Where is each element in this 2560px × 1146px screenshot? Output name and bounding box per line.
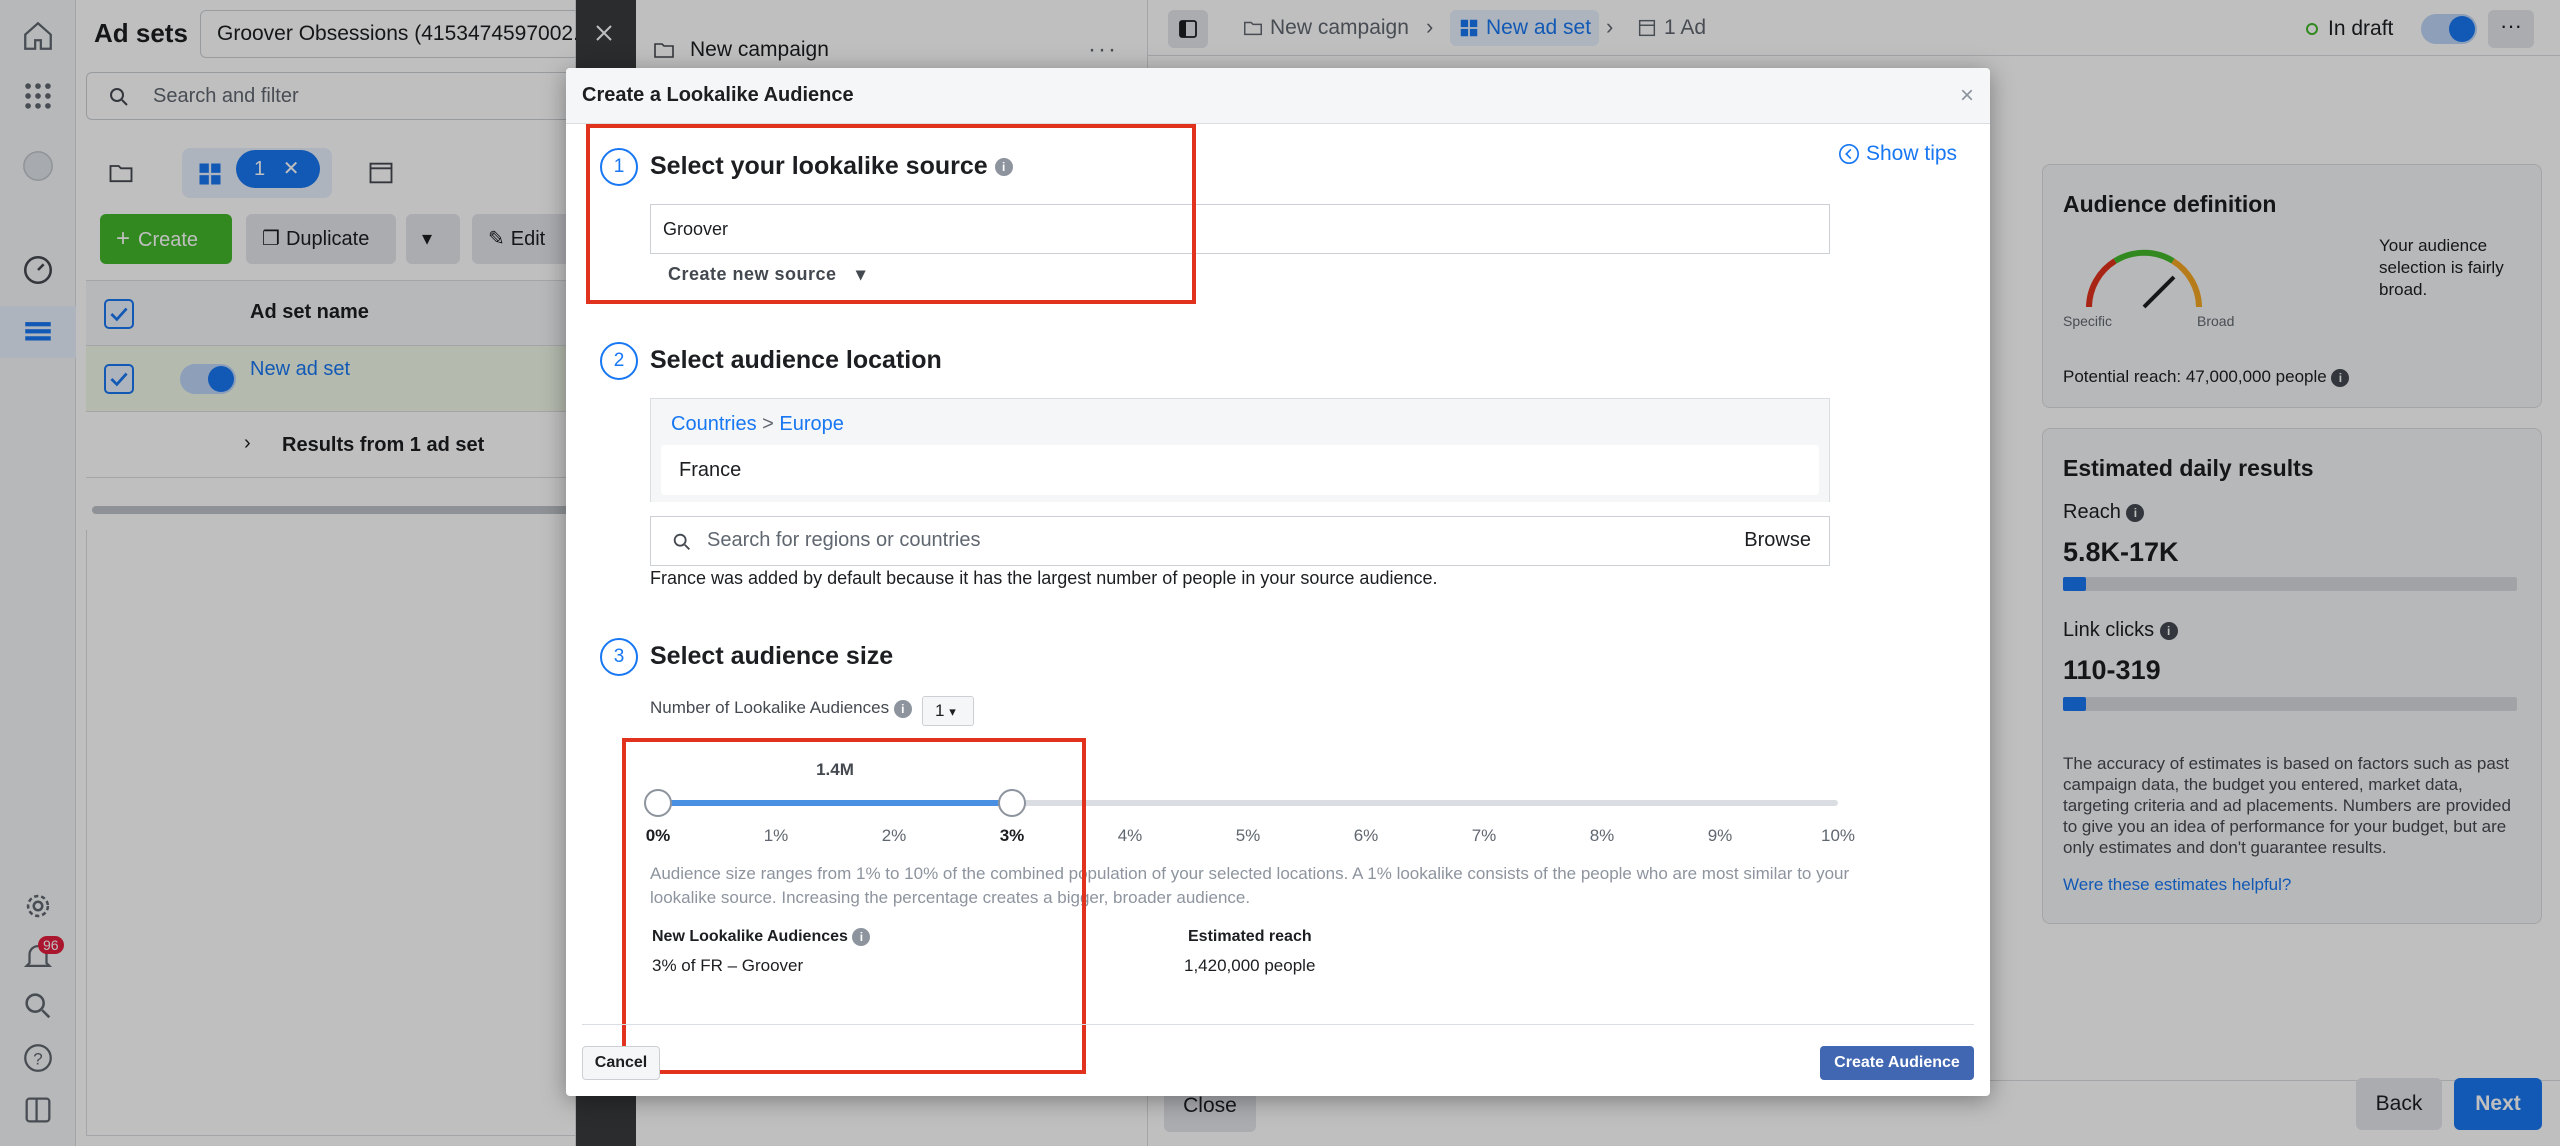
search-icon [673,533,690,550]
modal-header: Create a Lookalike Audience × [566,68,1990,124]
slider-tick-7: 7% [1471,826,1497,845]
show-tips-label: Show tips [1866,142,1958,165]
estimated-reach-label: Estimated reach [1188,928,1312,945]
slider-tick-10: 10% [1820,826,1856,845]
slider-tick-8: 8% [1589,826,1615,845]
crumb-separator: > [762,413,774,435]
create-audience-button[interactable]: Create Audience [1820,1046,1974,1080]
modal-title: Create a Lookalike Audience [582,84,854,106]
slider-tick-4: 4% [1117,826,1143,845]
modal-close-icon[interactable]: × [1960,82,1974,110]
num-lookalikes-value: 1 [935,701,945,720]
step-3-number: 3 [600,638,638,676]
estimated-reach-value: 1,420,000 people [1184,956,1316,975]
num-lookalikes-label-text: Number of Lookalike Audiences [650,698,890,717]
crumb-countries[interactable]: Countries [671,413,757,435]
slider-tick-9: 9% [1707,826,1733,845]
step-3-title: Select audience size [650,642,894,670]
info-icon[interactable]: i [893,699,912,718]
show-tips-link[interactable]: Show tips [1838,142,1957,166]
caret-down-icon: ▾ [949,704,956,719]
cancel-button[interactable]: Cancel [582,1046,660,1080]
step-2-title: Select audience location [650,346,942,374]
modal-footer-divider [582,1024,1974,1025]
num-lookalikes-select[interactable]: 1 ▾ [922,696,974,726]
location-search-input[interactable]: Search for regions or countries Browse [650,516,1830,566]
location-breadcrumb: Countries > Europe [671,413,844,436]
chevron-left-circle-icon [1839,144,1859,164]
slider-tick-6: 6% [1353,826,1379,845]
location-note: France was added by default because it h… [650,568,1438,588]
slider-tick-5: 5% [1235,826,1261,845]
crumb-europe[interactable]: Europe [779,413,844,435]
step-2-number: 2 [600,342,638,380]
selected-location-france[interactable]: France [661,445,1819,495]
num-lookalikes-label: Number of Lookalike Audiences i [650,698,912,718]
lookalike-audience-modal: Create a Lookalike Audience × Show tips … [566,68,1990,1096]
location-selection-box: Countries > Europe France [650,398,1830,502]
browse-button[interactable]: Browse [1744,529,1811,552]
location-search-placeholder: Search for regions or countries [707,529,981,551]
highlight-box-source [586,124,1196,304]
